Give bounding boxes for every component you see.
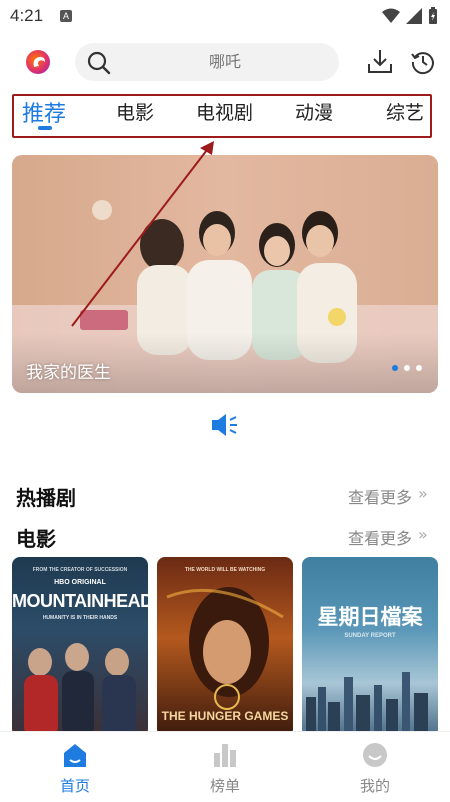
battery-icon xyxy=(429,7,437,24)
movie-poster[interactable]: 星期日檔案 SUNDAY REPORT xyxy=(302,557,438,737)
chevron-right-icon: » xyxy=(418,525,428,544)
status-time: 4:21 xyxy=(10,6,44,25)
search-input[interactable]: 哪吒 xyxy=(75,43,375,81)
nav-rankings[interactable]: 榜单 xyxy=(150,731,300,801)
poster-title: MOUNTAINHEAD xyxy=(12,591,148,611)
bar-chart-icon xyxy=(214,744,236,767)
tab-movies[interactable]: 电影 xyxy=(116,98,154,125)
home-icon xyxy=(64,744,86,767)
nav-profile[interactable]: 我的 xyxy=(300,731,450,801)
status-icons xyxy=(382,7,438,24)
carousel-dot[interactable] xyxy=(404,365,410,371)
section-title-hot-series: 热播剧 xyxy=(16,486,76,510)
poster-tagline: HUMANITY IS IN THEIR HANDS xyxy=(42,615,118,621)
poster-title: THE HUNGER GAMES xyxy=(161,709,289,723)
nav-rankings-label: 榜单 xyxy=(209,777,240,795)
poster-art xyxy=(24,643,136,737)
tab-tv-series[interactable]: 电视剧 xyxy=(196,98,253,125)
see-more-movies[interactable]: 查看更多 xyxy=(348,525,412,549)
tab-variety[interactable]: 综艺 xyxy=(386,98,424,125)
logo-mark-icon xyxy=(33,56,45,67)
speaker-icon[interactable] xyxy=(210,412,240,438)
nav-home-label: 首页 xyxy=(59,777,90,795)
movie-poster[interactable]: THE WORLD WILL BE WATCHING THE HUNGER GA… xyxy=(157,557,293,737)
nav-profile-label: 我的 xyxy=(359,777,390,795)
carousel-dot-active[interactable] xyxy=(392,365,398,371)
active-tab-indicator xyxy=(38,126,52,130)
annotation-arrow-icon xyxy=(71,141,214,327)
poster-brand: HBO ORIGINAL xyxy=(54,579,106,586)
smiley-icon xyxy=(363,743,387,767)
poster-subtitle: SUNDAY REPORT xyxy=(344,633,396,639)
carousel-dot[interactable] xyxy=(416,365,422,371)
movie-poster[interactable]: FROM THE CREATOR OF SUCCESSION HBO ORIGI… xyxy=(12,557,148,737)
banner-title: 我家的医生 xyxy=(26,363,111,383)
wifi-icon xyxy=(382,8,400,23)
nav-home[interactable]: 首页 xyxy=(0,731,150,801)
poster-title: 星期日檔案 xyxy=(317,606,423,629)
cell-signal-icon xyxy=(406,7,422,24)
poster-skyline xyxy=(306,672,428,737)
tab-recommend[interactable]: 推荐 xyxy=(22,96,66,128)
notification-icon: A xyxy=(60,10,72,22)
section-title-movies: 电影 xyxy=(16,527,56,551)
chevron-right-icon: » xyxy=(418,484,428,503)
history-icon[interactable] xyxy=(410,49,436,75)
status-bar: 4:21 A xyxy=(0,0,450,32)
tab-anime[interactable]: 动漫 xyxy=(295,98,333,125)
download-icon[interactable] xyxy=(367,48,393,74)
poster-top-text: FROM THE CREATOR OF SUCCESSION xyxy=(32,567,128,573)
see-more-hot-series[interactable]: 查看更多 xyxy=(348,484,412,508)
